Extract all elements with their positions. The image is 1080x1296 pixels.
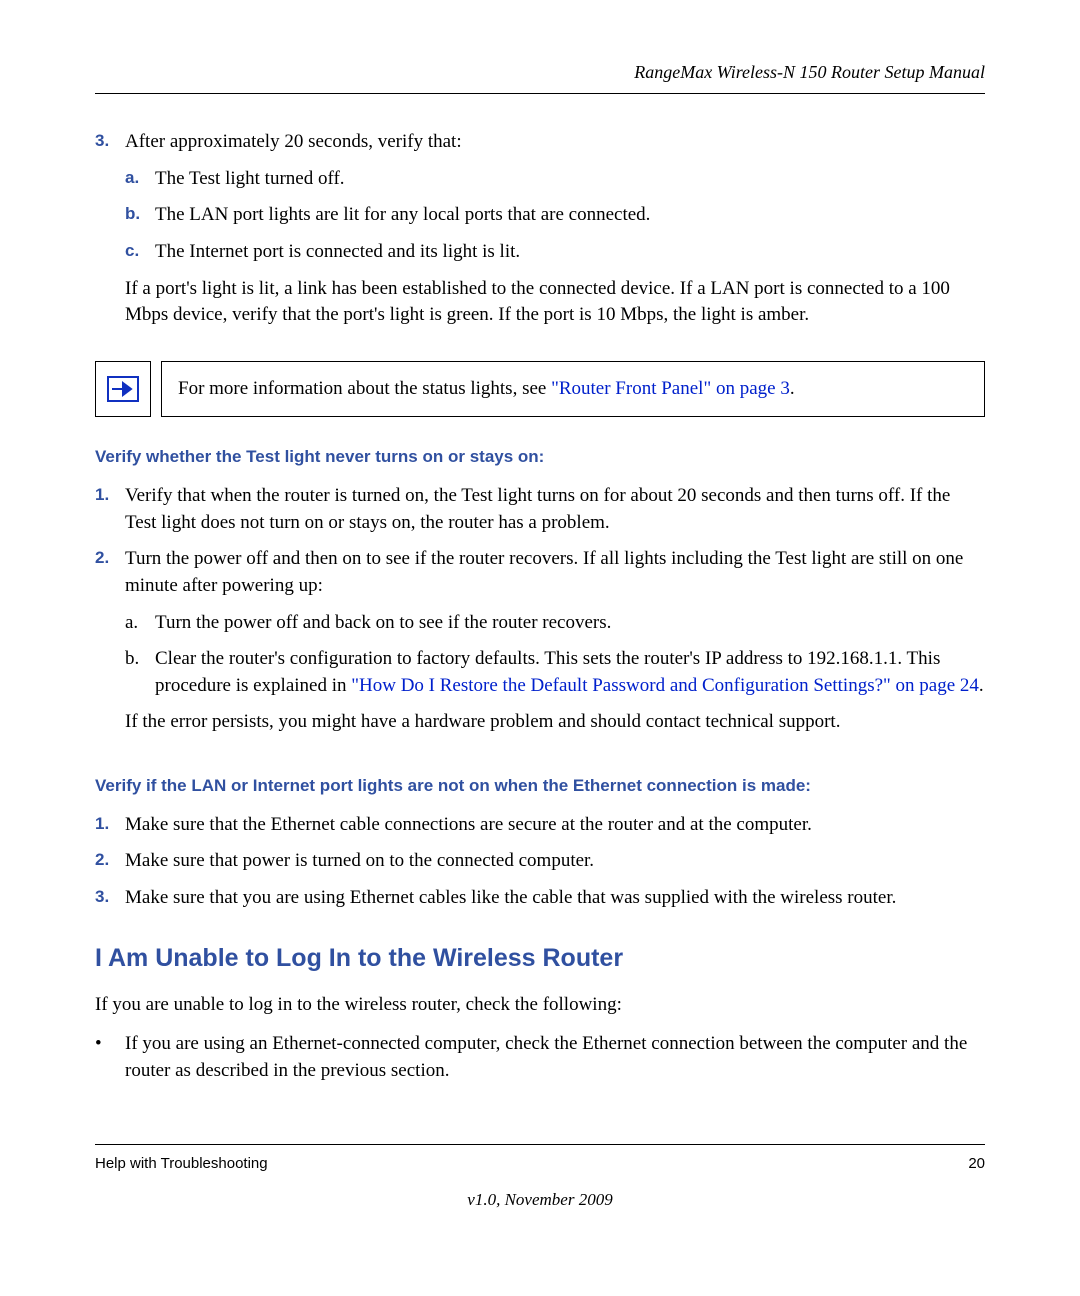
footer-version: v1.0, November 2009	[95, 1188, 985, 1212]
note-box: For more information about the status li…	[95, 361, 985, 418]
sub-letter: a.	[125, 166, 155, 193]
sub-text: The Test light turned off.	[155, 166, 985, 193]
sub-letter: a.	[125, 610, 155, 637]
sub-text: Clear the router's configuration to fact…	[155, 646, 985, 699]
list-item: 2. Turn the power off and then on to see…	[95, 546, 985, 746]
item-number: 3.	[95, 129, 125, 339]
note-text: For more information about the status li…	[161, 361, 985, 418]
sub-item-b: b. The LAN port lights are lit for any l…	[125, 202, 985, 229]
item-text: Turn the power off and then on to see if…	[125, 548, 963, 596]
arrow-right-icon	[107, 376, 139, 402]
item-paragraph: If the error persists, you might have a …	[125, 709, 985, 736]
sub-letter: b.	[125, 202, 155, 229]
item-paragraph: If a port's light is lit, a link has bee…	[125, 276, 985, 329]
bullet-item: • If you are using an Ethernet-connected…	[95, 1031, 985, 1084]
item-number: 3.	[95, 885, 125, 912]
section2-list: 1. Make sure that the Ethernet cable con…	[95, 812, 985, 912]
sub-item-a: a. Turn the power off and back on to see…	[125, 610, 985, 637]
item-text: Verify that when the router is turned on…	[125, 483, 985, 536]
sub-text: The Internet port is connected and its l…	[155, 239, 985, 266]
sub-list: a. The Test light turned off. b. The LAN…	[125, 166, 985, 266]
item-text: Make sure that you are using Ethernet ca…	[125, 885, 985, 912]
section-heading: I Am Unable to Log In to the Wireless Ro…	[95, 941, 985, 976]
link-router-front-panel[interactable]: "Router Front Panel" on page 3	[551, 378, 790, 399]
bullet-text: If you are using an Ethernet-connected c…	[125, 1031, 985, 1084]
subsection-heading: Verify if the LAN or Internet port light…	[95, 774, 985, 798]
item-number: 1.	[95, 812, 125, 839]
sub-letter: b.	[125, 646, 155, 699]
page-header: RangeMax Wireless-N 150 Router Setup Man…	[95, 60, 985, 94]
item-number: 2.	[95, 848, 125, 875]
bullet-marker: •	[95, 1031, 125, 1084]
item-content: Turn the power off and then on to see if…	[125, 546, 985, 746]
item-text: After approximately 20 seconds, verify t…	[125, 131, 462, 152]
subsection-heading: Verify whether the Test light never turn…	[95, 445, 985, 469]
page-number: 20	[968, 1153, 985, 1174]
bullet-list: • If you are using an Ethernet-connected…	[95, 1031, 985, 1084]
list-item: 1. Make sure that the Ethernet cable con…	[95, 812, 985, 839]
item-text: Make sure that power is turned on to the…	[125, 848, 985, 875]
list-item: 2. Make sure that power is turned on to …	[95, 848, 985, 875]
sub-text: Turn the power off and back on to see if…	[155, 610, 985, 637]
footer-left: Help with Troubleshooting	[95, 1153, 268, 1174]
list-item: 3. Make sure that you are using Ethernet…	[95, 885, 985, 912]
sub-item-a: a. The Test light turned off.	[125, 166, 985, 193]
section-paragraph: If you are unable to log in to the wirel…	[95, 992, 985, 1019]
sub-letter: c.	[125, 239, 155, 266]
link-restore-defaults[interactable]: "How Do I Restore the Default Password a…	[351, 675, 979, 696]
sub-item-b: b. Clear the router's configuration to f…	[125, 646, 985, 699]
sub-text: The LAN port lights are lit for any loca…	[155, 202, 985, 229]
item-content: After approximately 20 seconds, verify t…	[125, 129, 985, 339]
item-number: 2.	[95, 546, 125, 746]
sub-post: .	[979, 675, 984, 696]
section1-list: 1. Verify that when the router is turned…	[95, 483, 985, 746]
sub-item-c: c. The Internet port is connected and it…	[125, 239, 985, 266]
page-footer: Help with Troubleshooting 20	[95, 1144, 985, 1174]
item-text: Make sure that the Ethernet cable connec…	[125, 812, 985, 839]
list-item-3: 3. After approximately 20 seconds, verif…	[95, 129, 985, 339]
sub-list: a. Turn the power off and back on to see…	[125, 610, 985, 700]
note-post: .	[790, 378, 795, 399]
note-pre: For more information about the status li…	[178, 378, 551, 399]
main-ordered-list: 3. After approximately 20 seconds, verif…	[95, 129, 985, 339]
note-icon-cell	[95, 361, 151, 418]
item-number: 1.	[95, 483, 125, 536]
list-item: 1. Verify that when the router is turned…	[95, 483, 985, 536]
